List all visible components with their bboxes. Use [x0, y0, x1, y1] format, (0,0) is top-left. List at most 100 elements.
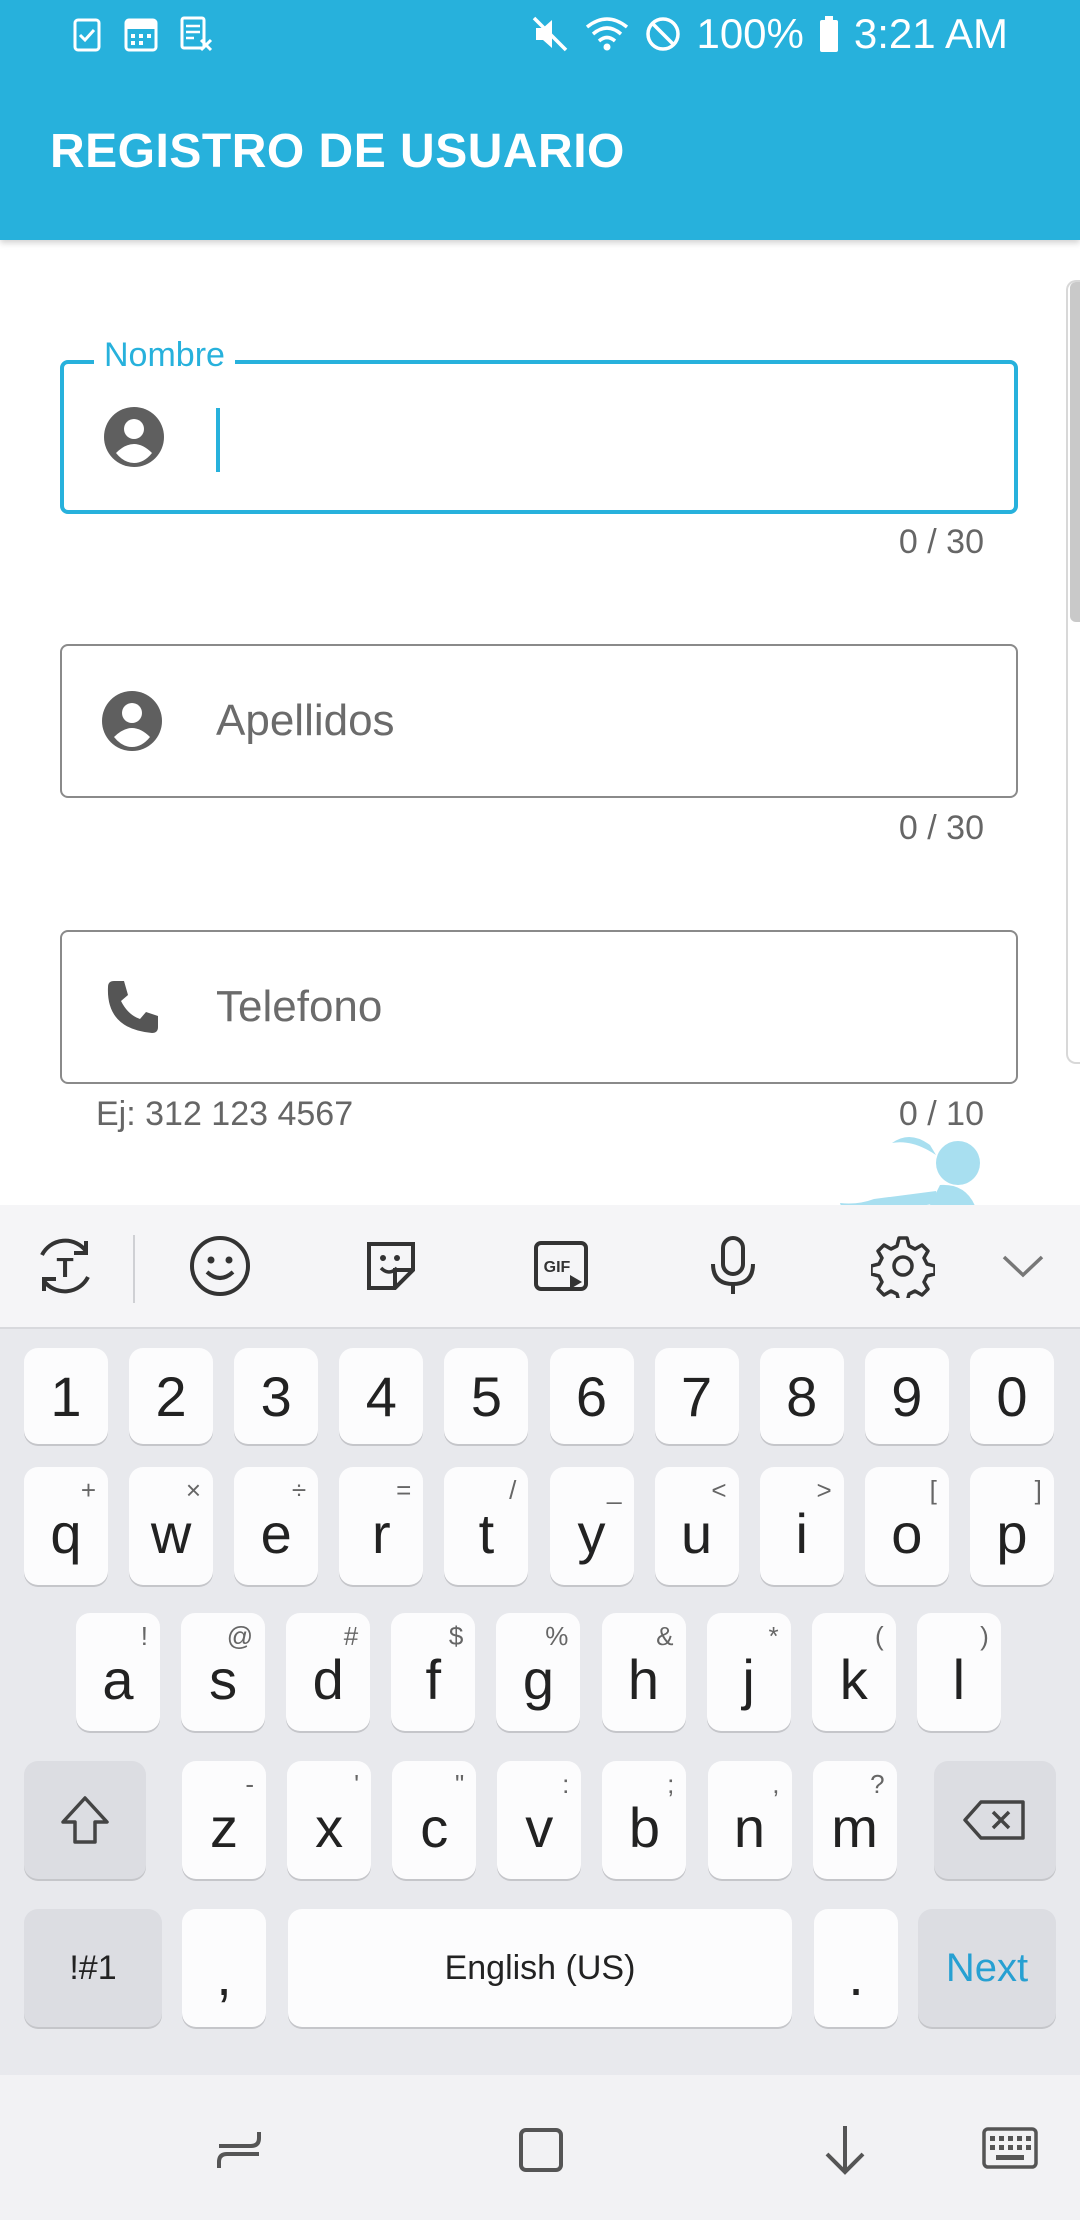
home-icon[interactable] [506, 2115, 576, 2185]
key-j[interactable]: * j [706, 1613, 791, 1731]
key-l[interactable]: ) l [916, 1613, 1001, 1731]
key-k[interactable]: (k [811, 1613, 896, 1731]
key-hint: [ [929, 1475, 937, 1505]
key-u[interactable]: < u [654, 1467, 739, 1585]
telefono-field[interactable]: Telefono [60, 930, 1018, 1084]
nombre-field[interactable]: Nombre [60, 336, 1018, 514]
battery-text: 100% [696, 10, 804, 57]
telefono-input[interactable]: Telefono [216, 982, 976, 1032]
key-q[interactable]: + q [24, 1467, 108, 1585]
keyboard: T GIF 1 2 3 4 5 6 7 8 9 0 + q × w ÷ e = r / t _ y < u > i[o] p! a @ s… [0, 1205, 1080, 2075]
text-mode-icon[interactable]: T [30, 1231, 100, 1301]
period-key[interactable]: . [814, 1909, 898, 2027]
page-title: REGISTRO DE USUARIO [50, 125, 625, 178]
key-hint: * [768, 1621, 779, 1651]
keyboard-toolbar: T GIF [0, 1205, 1080, 1329]
key-b[interactable]: ; b [602, 1761, 687, 1879]
key-z[interactable]: -z [182, 1761, 266, 1879]
key-3[interactable]: 3 [234, 1348, 319, 1444]
key-n[interactable]: ,n [707, 1761, 792, 1879]
key-hint: ( [875, 1621, 884, 1651]
svg-text:GIF: GIF [544, 1259, 571, 1276]
scrollbar[interactable] [1066, 280, 1080, 1064]
key-t[interactable]: / t [444, 1467, 529, 1585]
key-label: 1 [50, 1364, 82, 1428]
svg-text:T: T [56, 1252, 73, 1283]
key-o[interactable]: [o [864, 1467, 949, 1585]
key-7[interactable]: 7 [654, 1348, 739, 1444]
key-p[interactable]: ] p [969, 1467, 1054, 1585]
key-label: i [795, 1501, 808, 1565]
key-hint: # [343, 1621, 359, 1651]
key-f[interactable]: $ f [391, 1613, 476, 1731]
key-g[interactable]: % g [496, 1613, 581, 1731]
key-hint: < [711, 1475, 727, 1505]
key-d[interactable]: # d [286, 1613, 371, 1731]
phone-icon [100, 975, 164, 1039]
microphone-icon[interactable] [698, 1231, 768, 1301]
key-hint: / [509, 1475, 517, 1505]
sticker-icon[interactable] [356, 1231, 426, 1301]
emoji-icon[interactable] [185, 1231, 255, 1301]
key-label: m [831, 1795, 878, 1859]
key-x[interactable]: ' x [287, 1761, 372, 1879]
key-label: 5 [470, 1364, 502, 1428]
wifi-icon [584, 14, 630, 54]
recent-apps-icon[interactable] [204, 2115, 274, 2185]
keyboard-switch-icon[interactable] [975, 2115, 1045, 2185]
shift-key[interactable] [24, 1761, 146, 1879]
key-c[interactable]: " c [392, 1761, 477, 1879]
key-hint: % [545, 1621, 569, 1651]
key-v[interactable]: :v [497, 1761, 582, 1879]
key-6[interactable]: 6 [549, 1348, 634, 1444]
key-hint: ? [870, 1769, 885, 1799]
key-hint: & [656, 1621, 674, 1651]
next-key[interactable]: Next [918, 1909, 1056, 2027]
key-y[interactable]: _ y [549, 1467, 634, 1585]
telefono-counter: 0 / 10 [898, 1095, 984, 1133]
key-4[interactable]: 4 [339, 1348, 424, 1444]
key-hint: - [245, 1769, 254, 1799]
symbols-key[interactable]: !#1 [24, 1909, 162, 2027]
key-2[interactable]: 2 [129, 1348, 214, 1444]
text-caret [216, 408, 220, 472]
key-hint: ÷ [291, 1475, 307, 1505]
mute-icon [530, 14, 570, 54]
key-label: g [522, 1647, 554, 1711]
key-5[interactable]: 5 [444, 1348, 529, 1444]
apellidos-input[interactable]: Apellidos [216, 696, 976, 746]
space-key[interactable]: English (US) [288, 1909, 792, 2027]
gif-icon[interactable]: GIF [526, 1231, 596, 1301]
clock: 3:21 AM [853, 10, 1008, 57]
key-s[interactable]: @ s [181, 1613, 266, 1731]
backspace-key[interactable] [934, 1761, 1056, 1879]
key-label: b [628, 1795, 660, 1859]
key-9[interactable]: 9 [864, 1348, 949, 1444]
key-e[interactable]: ÷ e [234, 1467, 319, 1585]
key-0[interactable]: 0 [969, 1348, 1054, 1444]
apellidos-field[interactable]: Apellidos [60, 644, 1018, 798]
key-8[interactable]: 8 [759, 1348, 844, 1444]
account-circle-icon [102, 405, 166, 469]
comma-key[interactable]: , [182, 1909, 266, 2027]
key-a[interactable]: ! a [76, 1613, 160, 1731]
key-hint: _ [607, 1475, 622, 1505]
key-label: Next [945, 1945, 1029, 1990]
key-label: l [952, 1647, 966, 1711]
key-1[interactable]: 1 [24, 1348, 108, 1444]
key-hint: " [454, 1769, 465, 1799]
back-icon[interactable] [810, 2115, 880, 2185]
status-bar: 100% 3:21 AM [0, 0, 1080, 72]
key-i[interactable]: > i [759, 1467, 844, 1585]
key-w[interactable]: × w [129, 1467, 214, 1585]
key-label: n [733, 1795, 766, 1859]
key-m[interactable]: ? m [812, 1761, 897, 1879]
collapse-icon[interactable] [988, 1231, 1058, 1301]
key-label: 6 [575, 1364, 608, 1428]
key-r[interactable]: = r [339, 1467, 424, 1585]
settings-icon[interactable] [868, 1231, 938, 1301]
key-h[interactable]: & h [601, 1613, 686, 1731]
key-hint: × [185, 1475, 202, 1505]
key-label: y [577, 1501, 606, 1565]
key-label: v [525, 1795, 554, 1859]
